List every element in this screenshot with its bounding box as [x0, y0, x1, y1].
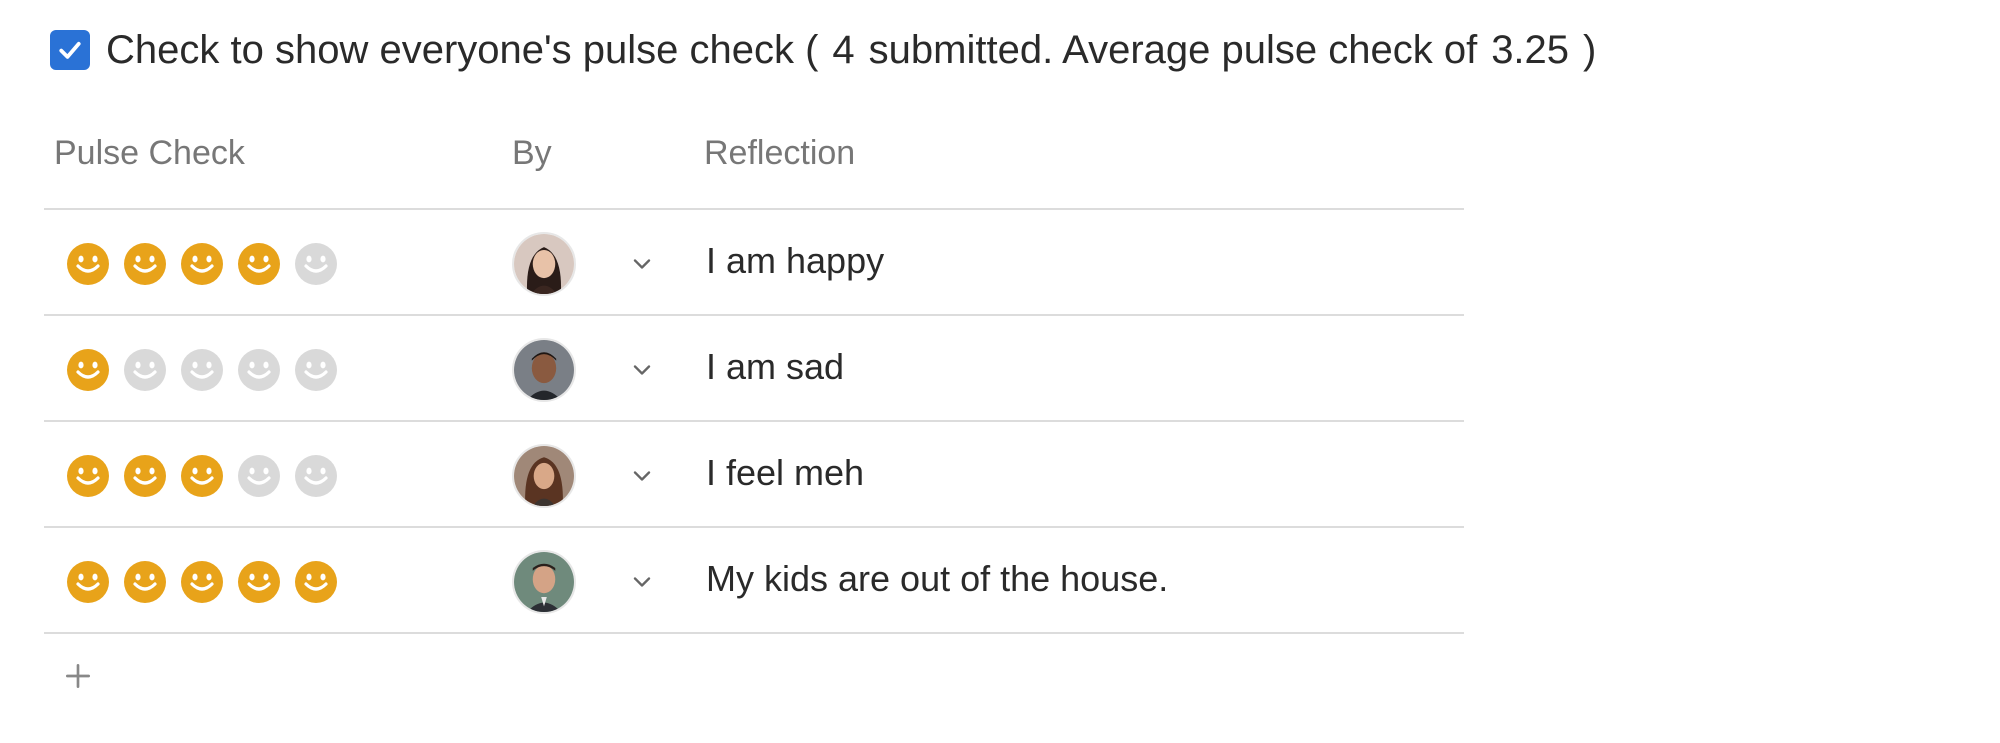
show-everyone-pulse-row: Check to show everyone's pulse check ( 4…: [50, 22, 1596, 78]
chevron-down-icon: [633, 365, 651, 375]
table-row: I feel meh: [44, 422, 1464, 528]
smiley-face-icon[interactable]: [294, 242, 338, 286]
avatar-icon: [514, 340, 574, 400]
chevron-down-icon: [633, 471, 651, 481]
smiley-face-icon[interactable]: [123, 560, 167, 604]
reflection-text[interactable]: I feel meh: [706, 452, 864, 494]
pulse-rating[interactable]: [66, 560, 338, 604]
show-everyone-checkbox[interactable]: [50, 30, 90, 70]
smiley-face-icon[interactable]: [66, 348, 110, 392]
pulse-rating[interactable]: [66, 242, 338, 286]
smiley-face-icon[interactable]: [180, 560, 224, 604]
smiley-face-icon[interactable]: [180, 242, 224, 286]
row-dropdown-chevron[interactable]: [628, 250, 656, 278]
smiley-face-icon[interactable]: [294, 454, 338, 498]
avatar-icon: [514, 552, 574, 612]
row-dropdown-chevron[interactable]: [628, 462, 656, 490]
column-header-pulse-check: Pulse Check: [54, 134, 245, 172]
table-header: Pulse Check By Reflection: [44, 120, 1464, 210]
smiley-face-icon[interactable]: [237, 560, 281, 604]
plus-icon: [66, 664, 90, 688]
checkbox-label-middle: submitted. Average pulse check of: [868, 27, 1478, 72]
table-row: I am happy: [44, 210, 1464, 316]
smiley-face-icon[interactable]: [294, 560, 338, 604]
smiley-face-icon[interactable]: [237, 242, 281, 286]
smiley-face-icon[interactable]: [66, 242, 110, 286]
smiley-face-icon[interactable]: [237, 348, 281, 392]
checkbox-label-suffix: ): [1583, 27, 1597, 72]
column-header-reflection: Reflection: [704, 134, 856, 172]
chevron-down-icon: [633, 577, 651, 587]
pulse-check-table: Pulse Check By Reflection I am happy I a…: [44, 120, 1464, 634]
smiley-face-icon[interactable]: [123, 348, 167, 392]
chevron-down-icon: [633, 259, 651, 269]
smiley-face-icon[interactable]: [66, 454, 110, 498]
checkmark-icon: [59, 41, 81, 59]
row-dropdown-chevron[interactable]: [628, 568, 656, 596]
row-dropdown-chevron[interactable]: [628, 356, 656, 384]
avatar[interactable]: [512, 444, 576, 508]
avatar[interactable]: [512, 232, 576, 296]
avatar-icon: [514, 234, 574, 294]
smiley-face-icon[interactable]: [123, 242, 167, 286]
reflection-text[interactable]: I am happy: [706, 240, 884, 282]
smiley-face-icon[interactable]: [294, 348, 338, 392]
pulse-rating[interactable]: [66, 454, 338, 498]
avatar[interactable]: [512, 338, 576, 402]
reflection-text[interactable]: My kids are out of the house.: [706, 558, 1168, 600]
reflection-text[interactable]: I am sad: [706, 346, 844, 388]
smiley-face-icon[interactable]: [237, 454, 281, 498]
column-header-by: By: [512, 134, 552, 172]
add-row-button[interactable]: [62, 660, 94, 692]
smiley-face-icon[interactable]: [66, 560, 110, 604]
table-row: My kids are out of the house.: [44, 528, 1464, 634]
smiley-face-icon[interactable]: [123, 454, 167, 498]
average-pulse: 3.25: [1491, 27, 1570, 72]
avatar[interactable]: [512, 550, 576, 614]
smiley-face-icon[interactable]: [180, 454, 224, 498]
smiley-face-icon[interactable]: [180, 348, 224, 392]
pulse-rating[interactable]: [66, 348, 338, 392]
submitted-count: 4: [832, 27, 855, 72]
avatar-icon: [514, 446, 574, 506]
checkbox-label-prefix: Check to show everyone's pulse check (: [106, 27, 819, 72]
table-row: I am sad: [44, 316, 1464, 422]
